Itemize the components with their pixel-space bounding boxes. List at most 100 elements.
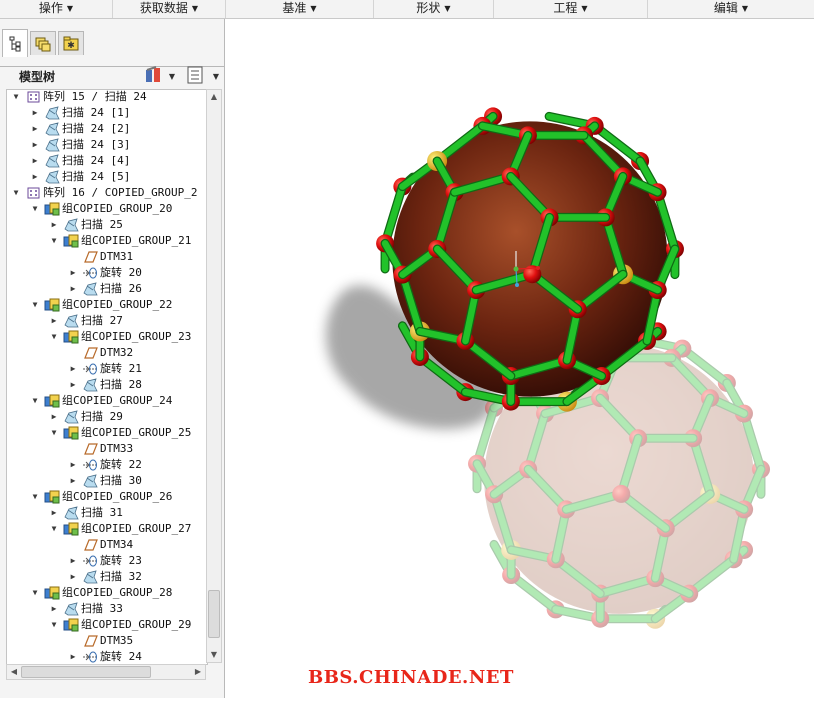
collapse-icon[interactable]: ▼: [30, 585, 40, 601]
collapse-icon[interactable]: ▼: [11, 185, 21, 201]
tree-row[interactable]: ▼组COPIED_GROUP_24: [7, 393, 208, 409]
expand-icon[interactable]: ▶: [30, 105, 40, 121]
expand-icon[interactable]: ▶: [49, 409, 59, 425]
pattern-feature-icon: [25, 89, 42, 105]
menu-edit[interactable]: 编辑▼: [648, 0, 814, 18]
tree-row[interactable]: ▶旋转 20: [7, 265, 208, 281]
scroll-thumb[interactable]: [208, 590, 220, 638]
tree-row[interactable]: ▼组COPIED_GROUP_29: [7, 617, 208, 633]
tree-row[interactable]: ▶扫描 33: [7, 601, 208, 617]
scroll-left-icon[interactable]: ◀: [7, 665, 21, 679]
tree-row-label: 组COPIED_GROUP_27: [81, 521, 191, 537]
collapse-icon[interactable]: ▼: [11, 89, 21, 105]
tree-row[interactable]: ▼组COPIED_GROUP_21: [7, 233, 208, 249]
expand-icon[interactable]: ▶: [68, 457, 78, 473]
tree-row-label: 旋转 23: [100, 553, 142, 569]
tree-row[interactable]: ▶扫描 26: [7, 281, 208, 297]
menu-shapes[interactable]: 形状▼: [374, 0, 494, 18]
navigator-panel: ✱ 模型树 ▼ ▼ ▼阵列 15 / 扫描 24▶扫描 24 [1]▶扫描 2: [0, 19, 225, 698]
tree-row[interactable]: ▶扫描 29: [7, 409, 208, 425]
tree-row[interactable]: ▼阵列 16 / COPIED_GROUP_2: [7, 185, 208, 201]
tree-row[interactable]: ▶扫描 31: [7, 505, 208, 521]
tree-row[interactable]: ▶旋转 21: [7, 361, 208, 377]
tree-row[interactable]: ▶扫描 24 [2]: [7, 121, 208, 137]
tree-row[interactable]: ▼组COPIED_GROUP_25: [7, 425, 208, 441]
pattern-feature-icon: [25, 185, 42, 201]
expand-icon[interactable]: ▶: [68, 553, 78, 569]
collapse-icon[interactable]: ▼: [49, 521, 59, 537]
tree-columns-button[interactable]: ▼: [186, 66, 222, 84]
expand-icon[interactable]: ▶: [30, 137, 40, 153]
tree-row[interactable]: ▼阵列 15 / 扫描 24: [7, 89, 208, 105]
tab-favorites[interactable]: ✱: [58, 31, 84, 55]
expand-icon[interactable]: ▶: [68, 569, 78, 585]
sweep-feature-icon: [63, 217, 80, 233]
tree-vertical-scrollbar[interactable]: ▲ ▼: [206, 89, 222, 663]
sweep-feature-icon: [44, 105, 61, 121]
tree-row[interactable]: DTM35: [7, 633, 208, 649]
tree-horizontal-scrollbar[interactable]: ◀ ▶: [6, 664, 206, 680]
collapse-icon[interactable]: ▼: [49, 329, 59, 345]
scroll-down-icon[interactable]: ▼: [207, 648, 221, 662]
sweep-feature-icon: [82, 569, 99, 585]
expand-icon[interactable]: ▶: [68, 377, 78, 393]
expand-icon[interactable]: ▶: [68, 649, 78, 665]
expand-icon[interactable]: ▶: [49, 313, 59, 329]
menu-engineering[interactable]: 工程▼: [494, 0, 648, 18]
tree-row[interactable]: ▶扫描 24 [4]: [7, 153, 208, 169]
tree-row[interactable]: ▶扫描 24 [5]: [7, 169, 208, 185]
tree-row[interactable]: ▶旋转 22: [7, 457, 208, 473]
tree-row[interactable]: ▶扫描 32: [7, 569, 208, 585]
expand-icon[interactable]: ▶: [68, 265, 78, 281]
collapse-icon[interactable]: ▼: [49, 425, 59, 441]
scroll-up-icon[interactable]: ▲: [207, 90, 221, 104]
expand-icon[interactable]: ▶: [68, 361, 78, 377]
expand-icon[interactable]: ▶: [30, 121, 40, 137]
tree-row[interactable]: DTM33: [7, 441, 208, 457]
fullerene-ball-model[interactable]: [226, 19, 814, 698]
expand-icon[interactable]: ▶: [49, 505, 59, 521]
scroll-thumb[interactable]: [21, 666, 151, 678]
collapse-icon[interactable]: ▼: [49, 233, 59, 249]
tree-row[interactable]: DTM34: [7, 537, 208, 553]
tree-row-label: DTM33: [100, 441, 133, 457]
menu-datum[interactable]: 基准▼: [226, 0, 374, 18]
expand-icon[interactable]: ▶: [68, 473, 78, 489]
tree-row[interactable]: ▼组COPIED_GROUP_23: [7, 329, 208, 345]
tree-row[interactable]: ▶扫描 24 [3]: [7, 137, 208, 153]
expand-icon[interactable]: ▶: [49, 601, 59, 617]
menu-operations[interactable]: 操作▼: [0, 0, 113, 18]
tree-row[interactable]: ▶旋转 24: [7, 649, 208, 665]
collapse-icon[interactable]: ▼: [30, 297, 40, 313]
tree-row[interactable]: ▼组COPIED_GROUP_26: [7, 489, 208, 505]
collapse-icon[interactable]: ▼: [30, 201, 40, 217]
tab-model-tree[interactable]: [2, 29, 28, 57]
menu-get-data[interactable]: 获取数据▼: [113, 0, 226, 18]
tab-layers[interactable]: [30, 31, 56, 55]
tree-row[interactable]: ▶ 旋转 23: [7, 553, 208, 569]
collapse-icon[interactable]: ▼: [30, 489, 40, 505]
tree-row[interactable]: DTM32: [7, 345, 208, 361]
expand-icon[interactable]: ▶: [49, 217, 59, 233]
tree-row[interactable]: DTM31: [7, 249, 208, 265]
tree-row[interactable]: ▼组COPIED_GROUP_22: [7, 297, 208, 313]
graphics-viewport[interactable]: [226, 19, 814, 698]
expand-icon[interactable]: ▶: [30, 153, 40, 169]
tree-row[interactable]: ▶扫描 30: [7, 473, 208, 489]
sweep-feature-icon: [63, 409, 80, 425]
expand-icon[interactable]: ▶: [30, 169, 40, 185]
datum-feature-icon: [82, 249, 99, 265]
collapse-icon[interactable]: ▼: [49, 617, 59, 633]
tree-row[interactable]: ▶扫描 27: [7, 313, 208, 329]
tree-row[interactable]: ▶扫描 24 [1]: [7, 105, 208, 121]
collapse-icon[interactable]: ▼: [30, 393, 40, 409]
tree-row[interactable]: ▶扫描 28: [7, 377, 208, 393]
scroll-right-icon[interactable]: ▶: [191, 665, 205, 679]
tree-row[interactable]: ▼ 组COPIED_GROUP_27: [7, 521, 208, 537]
tree-row[interactable]: ▼组COPIED_GROUP_20: [7, 201, 208, 217]
tree-row[interactable]: ▶扫描 25: [7, 217, 208, 233]
revolve-feature-icon: [82, 265, 99, 281]
tree-row[interactable]: ▼组COPIED_GROUP_28: [7, 585, 208, 601]
expand-icon[interactable]: ▶: [68, 281, 78, 297]
tree-settings-button[interactable]: ▼: [144, 66, 178, 84]
